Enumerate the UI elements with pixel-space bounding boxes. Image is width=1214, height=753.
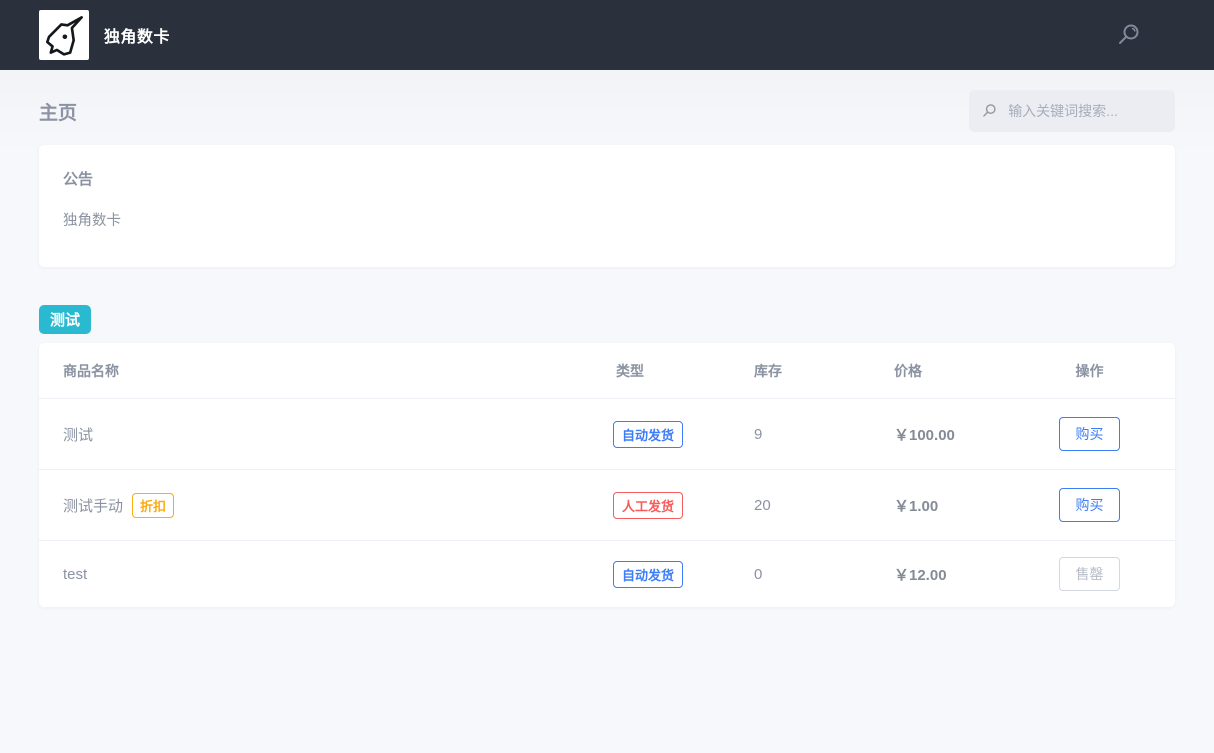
unicorn-icon — [42, 13, 86, 57]
table-header-row: 商品名称 类型 库存 价格 操作 — [39, 343, 1175, 399]
header-search-button[interactable] — [1117, 23, 1141, 47]
product-name: 测试手动 — [63, 498, 123, 515]
announcement-card: 公告 独角数卡 — [39, 145, 1175, 267]
product-price: ￥12.00 — [894, 567, 947, 584]
app-title: 独角数卡 — [104, 23, 170, 47]
product-stock: 9 — [754, 426, 762, 443]
product-name: test — [63, 566, 87, 583]
product-name: 测试 — [63, 427, 93, 444]
search-icon — [982, 102, 997, 120]
product-price: ￥100.00 — [894, 427, 955, 444]
product-stock: 20 — [754, 497, 771, 514]
announcement-body: 独角数卡 — [63, 209, 1151, 230]
type-badge-auto: 自动发货 — [613, 421, 683, 448]
type-badge-manual: 人工发货 — [613, 492, 683, 519]
search-box — [969, 90, 1175, 132]
search-icon — [1117, 23, 1141, 47]
buy-button[interactable]: 购买 — [1059, 417, 1120, 451]
column-header-name: 商品名称 — [39, 343, 615, 399]
search-input[interactable] — [1006, 102, 1162, 120]
unicorn-logo[interactable] — [39, 10, 89, 60]
toolbar: 主页 — [39, 90, 1175, 132]
table-row: test 自动发货 0 ￥12.00 售罄 — [39, 541, 1175, 608]
table-row: 测试 自动发货 9 ￥100.00 购买 — [39, 399, 1175, 470]
column-header-stock: 库存 — [753, 343, 893, 399]
discount-tag: 折扣 — [132, 493, 174, 518]
app-header: 独角数卡 — [0, 0, 1214, 70]
product-table: 商品名称 类型 库存 价格 操作 测试 自动发货 9 ￥100.00 购买 — [39, 343, 1175, 607]
category-badge: 测试 — [39, 305, 91, 334]
column-header-action: 操作 — [1043, 343, 1175, 399]
table-row: 测试手动折扣 人工发货 20 ￥1.00 购买 — [39, 470, 1175, 541]
product-stock: 0 — [754, 566, 762, 583]
product-table-card: 商品名称 类型 库存 价格 操作 测试 自动发货 9 ￥100.00 购买 — [39, 343, 1175, 607]
page-title: 主页 — [39, 98, 77, 125]
product-price: ￥1.00 — [894, 498, 938, 515]
buy-button[interactable]: 购买 — [1059, 488, 1120, 522]
type-badge-auto: 自动发货 — [613, 561, 683, 588]
announcement-title: 公告 — [63, 168, 1151, 189]
column-header-price: 价格 — [893, 343, 1043, 399]
sold-out-button: 售罄 — [1059, 557, 1120, 591]
main-content: 主页 公告 独角数卡 测试 商品名称 类型 库存 价格 — [0, 90, 1214, 607]
column-header-type: 类型 — [615, 343, 753, 399]
